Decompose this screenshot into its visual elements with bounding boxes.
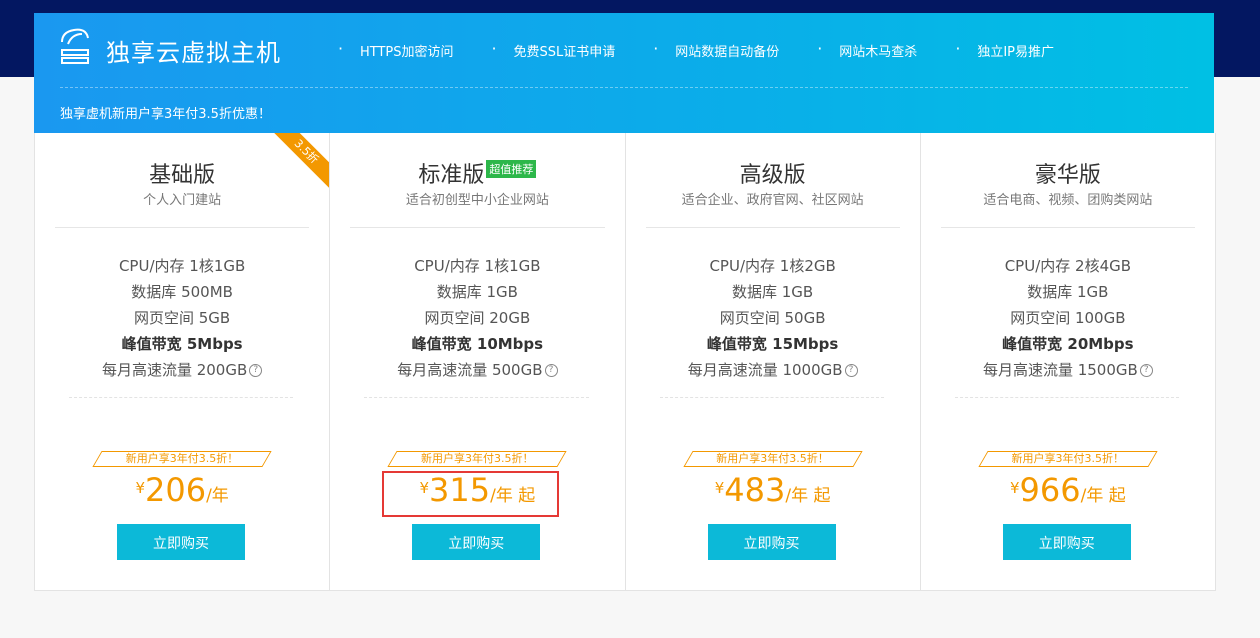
brand-title: 独享云虚拟主机: [106, 39, 281, 67]
price-amount: 966: [1019, 471, 1081, 509]
discount-tag: 新用户享3年付3.5折！: [92, 451, 272, 467]
cloud-leaf-icon: [58, 26, 94, 66]
spec-list: CPU/内存 2核4GB 数据库 1GB 网页空间 100GB 峰值带宽 20M…: [921, 253, 1215, 383]
plan-description: 个人入门建站: [143, 193, 222, 208]
buy-button[interactable]: 立即购买: [117, 524, 245, 560]
plan-name-label: 标准版: [418, 163, 485, 188]
price: ¥483/年 起: [626, 471, 920, 509]
feature-item: 网站木马查杀: [813, 39, 917, 60]
currency-symbol: ¥: [1009, 479, 1020, 497]
discount-tag: 新用户享3年付3.5折！: [978, 451, 1158, 467]
spec-database: 数据库 1GB: [732, 283, 814, 301]
buy-button[interactable]: 立即购买: [707, 524, 836, 560]
help-icon[interactable]: ?: [249, 364, 263, 377]
plan-name: 豪华版: [921, 157, 1215, 189]
recommend-badge: 超值推荐: [486, 160, 537, 178]
feature-item: 免费SSL证书申请: [488, 39, 616, 60]
currency-symbol: ¥: [714, 479, 725, 497]
spec-traffic-label: 每月高速流量 500GB: [397, 361, 543, 379]
spec-space: 网页空间 5GB: [134, 309, 231, 327]
plan-name: 基础版: [35, 157, 329, 189]
dashed-divider: [659, 397, 884, 398]
plan-description: 适合初创型中小企业网站: [405, 193, 549, 208]
spec-database: 数据库 1GB: [1027, 283, 1109, 301]
feature-item: HTTPS加密访问: [334, 39, 454, 60]
spec-traffic: 每月高速流量 500GB?: [330, 357, 624, 383]
spec-list: CPU/内存 1核1GB 数据库 1GB 网页空间 20GB 峰值带宽 10Mb…: [330, 253, 624, 383]
help-icon[interactable]: ?: [544, 364, 558, 377]
spec-traffic: 每月高速流量 1000GB?: [626, 357, 920, 383]
spec-traffic: 每月高速流量 1500GB?: [921, 357, 1215, 383]
buy-button[interactable]: 立即购买: [412, 524, 541, 560]
price-amount: 206: [144, 471, 207, 509]
currency-symbol: ¥: [135, 479, 145, 497]
help-icon[interactable]: ?: [844, 364, 858, 377]
highlight-box: [382, 471, 559, 517]
spec-cpu: CPU/内存 1核1GB: [118, 257, 246, 275]
plan-card-advanced: 高级版 适合企业、政府官网、社区网站 CPU/内存 1核2GB 数据库 1GB …: [626, 133, 921, 590]
price-unit: /年 起: [1080, 486, 1126, 506]
spec-space: 网页空间 50GB: [719, 309, 826, 327]
plan-description: 适合企业、政府官网、社区网站: [681, 193, 864, 208]
plan-card-deluxe: 豪华版 适合电商、视频、团购类网站 CPU/内存 2核4GB 数据库 1GB 网…: [921, 133, 1215, 590]
discount-tag: 新用户享3年付3.5折！: [682, 451, 863, 467]
divider: [55, 227, 310, 228]
plan-card-basic: 3.5折 基础版 个人入门建站 CPU/内存 1核1GB 数据库 500MB 网…: [35, 133, 331, 590]
discount-tag-label: 新用户享3年付3.5折！: [421, 452, 534, 465]
spec-space: 网页空间 100GB: [1010, 309, 1126, 327]
price: ¥966/年 起: [921, 471, 1215, 509]
spec-bandwidth: 峰值带宽 15Mbps: [706, 335, 839, 353]
plan-name: 标准版 超值推荐: [330, 157, 624, 189]
plan-description: 适合电商、视频、团购类网站: [983, 193, 1153, 208]
product-header: 独享云虚拟主机 HTTPS加密访问 免费SSL证书申请 网站数据自动备份 网站木…: [34, 13, 1214, 133]
divider: [645, 227, 900, 228]
plan-name-label: 基础版: [149, 163, 216, 188]
divider: [940, 227, 1195, 228]
spec-space: 网页空间 20GB: [424, 309, 531, 327]
feature-item: 网站数据自动备份: [649, 39, 779, 60]
plan-card-standard: 标准版 超值推荐 适合初创型中小企业网站 CPU/内存 1核1GB 数据库 1GB…: [330, 133, 626, 590]
plan-name: 高级版: [626, 157, 920, 189]
spec-traffic-label: 每月高速流量 200GB: [101, 361, 248, 379]
spec-bandwidth: 峰值带宽 10Mbps: [411, 335, 544, 353]
plan-name-label: 高级版: [739, 163, 806, 188]
price-unit: /年 起: [785, 486, 831, 506]
spec-cpu: CPU/内存 1核1GB: [414, 257, 541, 275]
spec-traffic-label: 每月高速流量 1500GB: [982, 361, 1138, 379]
dashed-divider: [364, 397, 589, 398]
feature-list: HTTPS加密访问 免费SSL证书申请 网站数据自动备份 网站木马查杀 独立IP…: [334, 39, 1088, 60]
header-divider: [60, 87, 1188, 88]
spec-traffic: 每月高速流量 200GB?: [35, 357, 329, 383]
spec-database: 数据库 500MB: [131, 283, 233, 301]
price-unit: /年: [206, 486, 229, 506]
plan-name-label: 豪华版: [1034, 163, 1101, 188]
dashed-divider: [69, 397, 294, 398]
spec-database: 数据库 1GB: [436, 283, 518, 301]
price: ¥206/年: [35, 471, 329, 509]
spec-traffic-label: 每月高速流量 1000GB: [687, 361, 843, 379]
discount-tag-label: 新用户享3年付3.5折！: [716, 452, 829, 465]
discount-tag: 新用户享3年付3.5折！: [387, 451, 567, 467]
spec-cpu: CPU/内存 1核2GB: [709, 257, 836, 275]
plan-list: 3.5折 基础版 个人入门建站 CPU/内存 1核1GB 数据库 500MB 网…: [34, 133, 1216, 591]
dashed-divider: [954, 397, 1179, 398]
spec-list: CPU/内存 1核2GB 数据库 1GB 网页空间 50GB 峰值带宽 15Mb…: [626, 253, 920, 383]
spec-cpu: CPU/内存 2核4GB: [1004, 257, 1132, 275]
feature-item: 独立IP易推广: [951, 39, 1054, 60]
price-amount: 483: [724, 471, 786, 509]
divider: [350, 227, 605, 228]
promo-text: 独享虚机新用户享3年付3.5折优惠！: [60, 107, 271, 122]
spec-list: CPU/内存 1核1GB 数据库 500MB 网页空间 5GB 峰值带宽 5Mb…: [35, 253, 329, 383]
buy-button[interactable]: 立即购买: [1002, 524, 1131, 560]
discount-tag-label: 新用户享3年付3.5折！: [125, 452, 239, 465]
discount-tag-label: 新用户享3年付3.5折！: [1011, 452, 1125, 465]
help-icon[interactable]: ?: [1139, 364, 1153, 377]
spec-bandwidth: 峰值带宽 5Mbps: [121, 335, 243, 353]
spec-bandwidth: 峰值带宽 20Mbps: [1002, 335, 1134, 353]
